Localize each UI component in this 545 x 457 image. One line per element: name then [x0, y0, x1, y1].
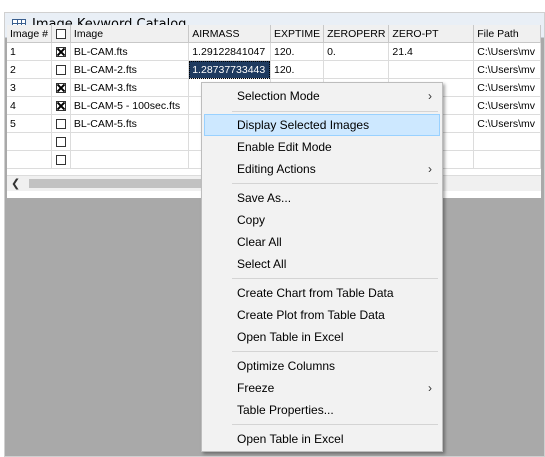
menu-separator — [232, 424, 438, 425]
select-all-checkbox[interactable] — [55, 28, 66, 39]
menu-item-selection-mode[interactable]: Selection Mode › — [204, 85, 440, 107]
menu-separator — [232, 111, 438, 112]
cell-image[interactable]: BL-CAM-5 - 100sec.fts — [70, 96, 190, 115]
scrollbar-thumb[interactable] — [29, 179, 207, 188]
cell-airmass-selected[interactable]: 1.28737733443 — [188, 60, 271, 79]
col-header-exptime[interactable]: EXPTIME — [270, 25, 325, 43]
cell-image[interactable]: BL-CAM-2.fts — [70, 60, 190, 79]
cell-file-path[interactable]: C:\Users\mv — [473, 114, 541, 133]
col-header-zeroperr[interactable]: ZEROPERR — [323, 25, 390, 43]
cell-zeroperr[interactable] — [323, 60, 390, 79]
menu-item-label: Table Properties... — [237, 403, 334, 417]
menu-item-create-chart[interactable]: Create Chart from Table Data — [204, 282, 440, 304]
menu-item-label: Editing Actions — [237, 162, 316, 176]
cell-num[interactable]: 5 — [7, 114, 52, 133]
cell-image[interactable]: BL-CAM.fts — [70, 42, 190, 61]
row-checkbox[interactable] — [55, 118, 66, 129]
table-header-row: Image # Image AIRMASS EXPTIME ZEROPERR Z… — [7, 25, 541, 43]
cell-file-path[interactable]: C:\Users\mv — [473, 42, 541, 61]
menu-item-table-properties[interactable]: Table Properties... — [204, 399, 440, 421]
cell-file-path[interactable]: C:\Users\mv — [473, 60, 541, 79]
menu-separator — [232, 278, 438, 279]
scroll-left-arrow-icon[interactable]: ❮ — [11, 177, 20, 190]
menu-item-label: Optimize Columns — [237, 359, 336, 373]
menu-item-label: Freeze — [237, 381, 275, 395]
col-header-image-num[interactable]: Image # — [7, 25, 52, 43]
row-checkbox[interactable] — [55, 136, 66, 147]
menu-item-label: Copy — [237, 213, 266, 227]
row-checkbox[interactable] — [55, 46, 66, 57]
menu-separator — [232, 351, 438, 352]
cell-num[interactable]: 1 — [7, 42, 52, 61]
context-menu: Selection Mode › Display Selected Images… — [201, 82, 443, 452]
chevron-right-icon: › — [428, 162, 432, 176]
row-checkbox[interactable] — [55, 82, 66, 93]
chevron-right-icon: › — [428, 89, 432, 103]
row-checkbox[interactable] — [55, 64, 66, 75]
menu-item-label: Create Chart from Table Data — [237, 286, 394, 300]
menu-item-optimize-columns[interactable]: Optimize Columns — [204, 355, 440, 377]
cell-exptime[interactable]: 120. — [270, 60, 325, 79]
col-header-airmass[interactable]: AIRMASS — [188, 25, 271, 43]
menu-item-select-all[interactable]: Select All — [204, 253, 440, 275]
col-header-zero-pt[interactable]: ZERO-PT — [388, 25, 475, 43]
row-checkbox[interactable] — [55, 100, 66, 111]
menu-item-clear-all[interactable]: Clear All — [204, 231, 440, 253]
menu-item-editing-actions[interactable]: Editing Actions › — [204, 158, 440, 180]
col-header-select[interactable] — [51, 25, 71, 43]
row-checkbox[interactable] — [55, 154, 66, 165]
cell-file-path[interactable]: C:\Users\mv — [473, 96, 541, 115]
menu-item-label: Open Table in Excel — [237, 432, 344, 446]
menu-item-open-table-in-excel[interactable]: Open Table in Excel — [204, 326, 440, 348]
menu-item-label: Create Plot from Table Data — [237, 308, 385, 322]
cell-file-path[interactable]: C:\Users\mv — [473, 78, 541, 97]
cell-zeroperr[interactable]: 0. — [323, 42, 390, 61]
menu-item-label: Enable Edit Mode — [237, 140, 332, 154]
menu-item-create-plot[interactable]: Create Plot from Table Data — [204, 304, 440, 326]
menu-item-freeze[interactable]: Freeze › — [204, 377, 440, 399]
table-row[interactable]: 2 BL-CAM-2.fts 1.28737733443 120. C:\Use… — [7, 60, 541, 79]
menu-item-label: Select All — [237, 257, 287, 271]
menu-item-label: Open Table in Excel — [237, 330, 344, 344]
menu-item-display-selected-images[interactable]: Display Selected Images — [204, 114, 440, 136]
menu-item-label: Display Selected Images — [237, 118, 370, 132]
cell-image[interactable]: BL-CAM-3.fts — [70, 78, 190, 97]
menu-separator — [232, 183, 438, 184]
menu-item-copy[interactable]: Copy — [204, 209, 440, 231]
cell-exptime[interactable]: 120. — [270, 42, 325, 61]
menu-item-label: Save As... — [237, 191, 292, 205]
menu-item-label: Selection Mode — [237, 89, 320, 103]
cell-image[interactable]: BL-CAM-5.fts — [70, 114, 190, 133]
cell-airmass[interactable]: 1.29122841047 — [188, 42, 271, 61]
menu-item-open-table-in-excel-2[interactable]: Open Table in Excel — [204, 428, 440, 450]
cell-zero-pt[interactable]: 21.4 — [388, 42, 475, 61]
col-header-image[interactable]: Image — [70, 25, 190, 43]
cell-num[interactable]: 4 — [7, 96, 52, 115]
menu-item-save-as[interactable]: Save As... — [204, 187, 440, 209]
cell-zero-pt[interactable] — [388, 60, 475, 79]
table-row[interactable]: 1 BL-CAM.fts 1.29122841047 120. 0. 21.4 … — [7, 42, 541, 61]
menu-item-enable-edit-mode[interactable]: Enable Edit Mode — [204, 136, 440, 158]
chevron-right-icon: › — [428, 381, 432, 395]
menu-item-label: Clear All — [237, 235, 282, 249]
col-header-file-path[interactable]: File Path — [473, 25, 541, 43]
cell-num[interactable]: 3 — [7, 78, 52, 97]
cell-num[interactable]: 2 — [7, 60, 52, 79]
